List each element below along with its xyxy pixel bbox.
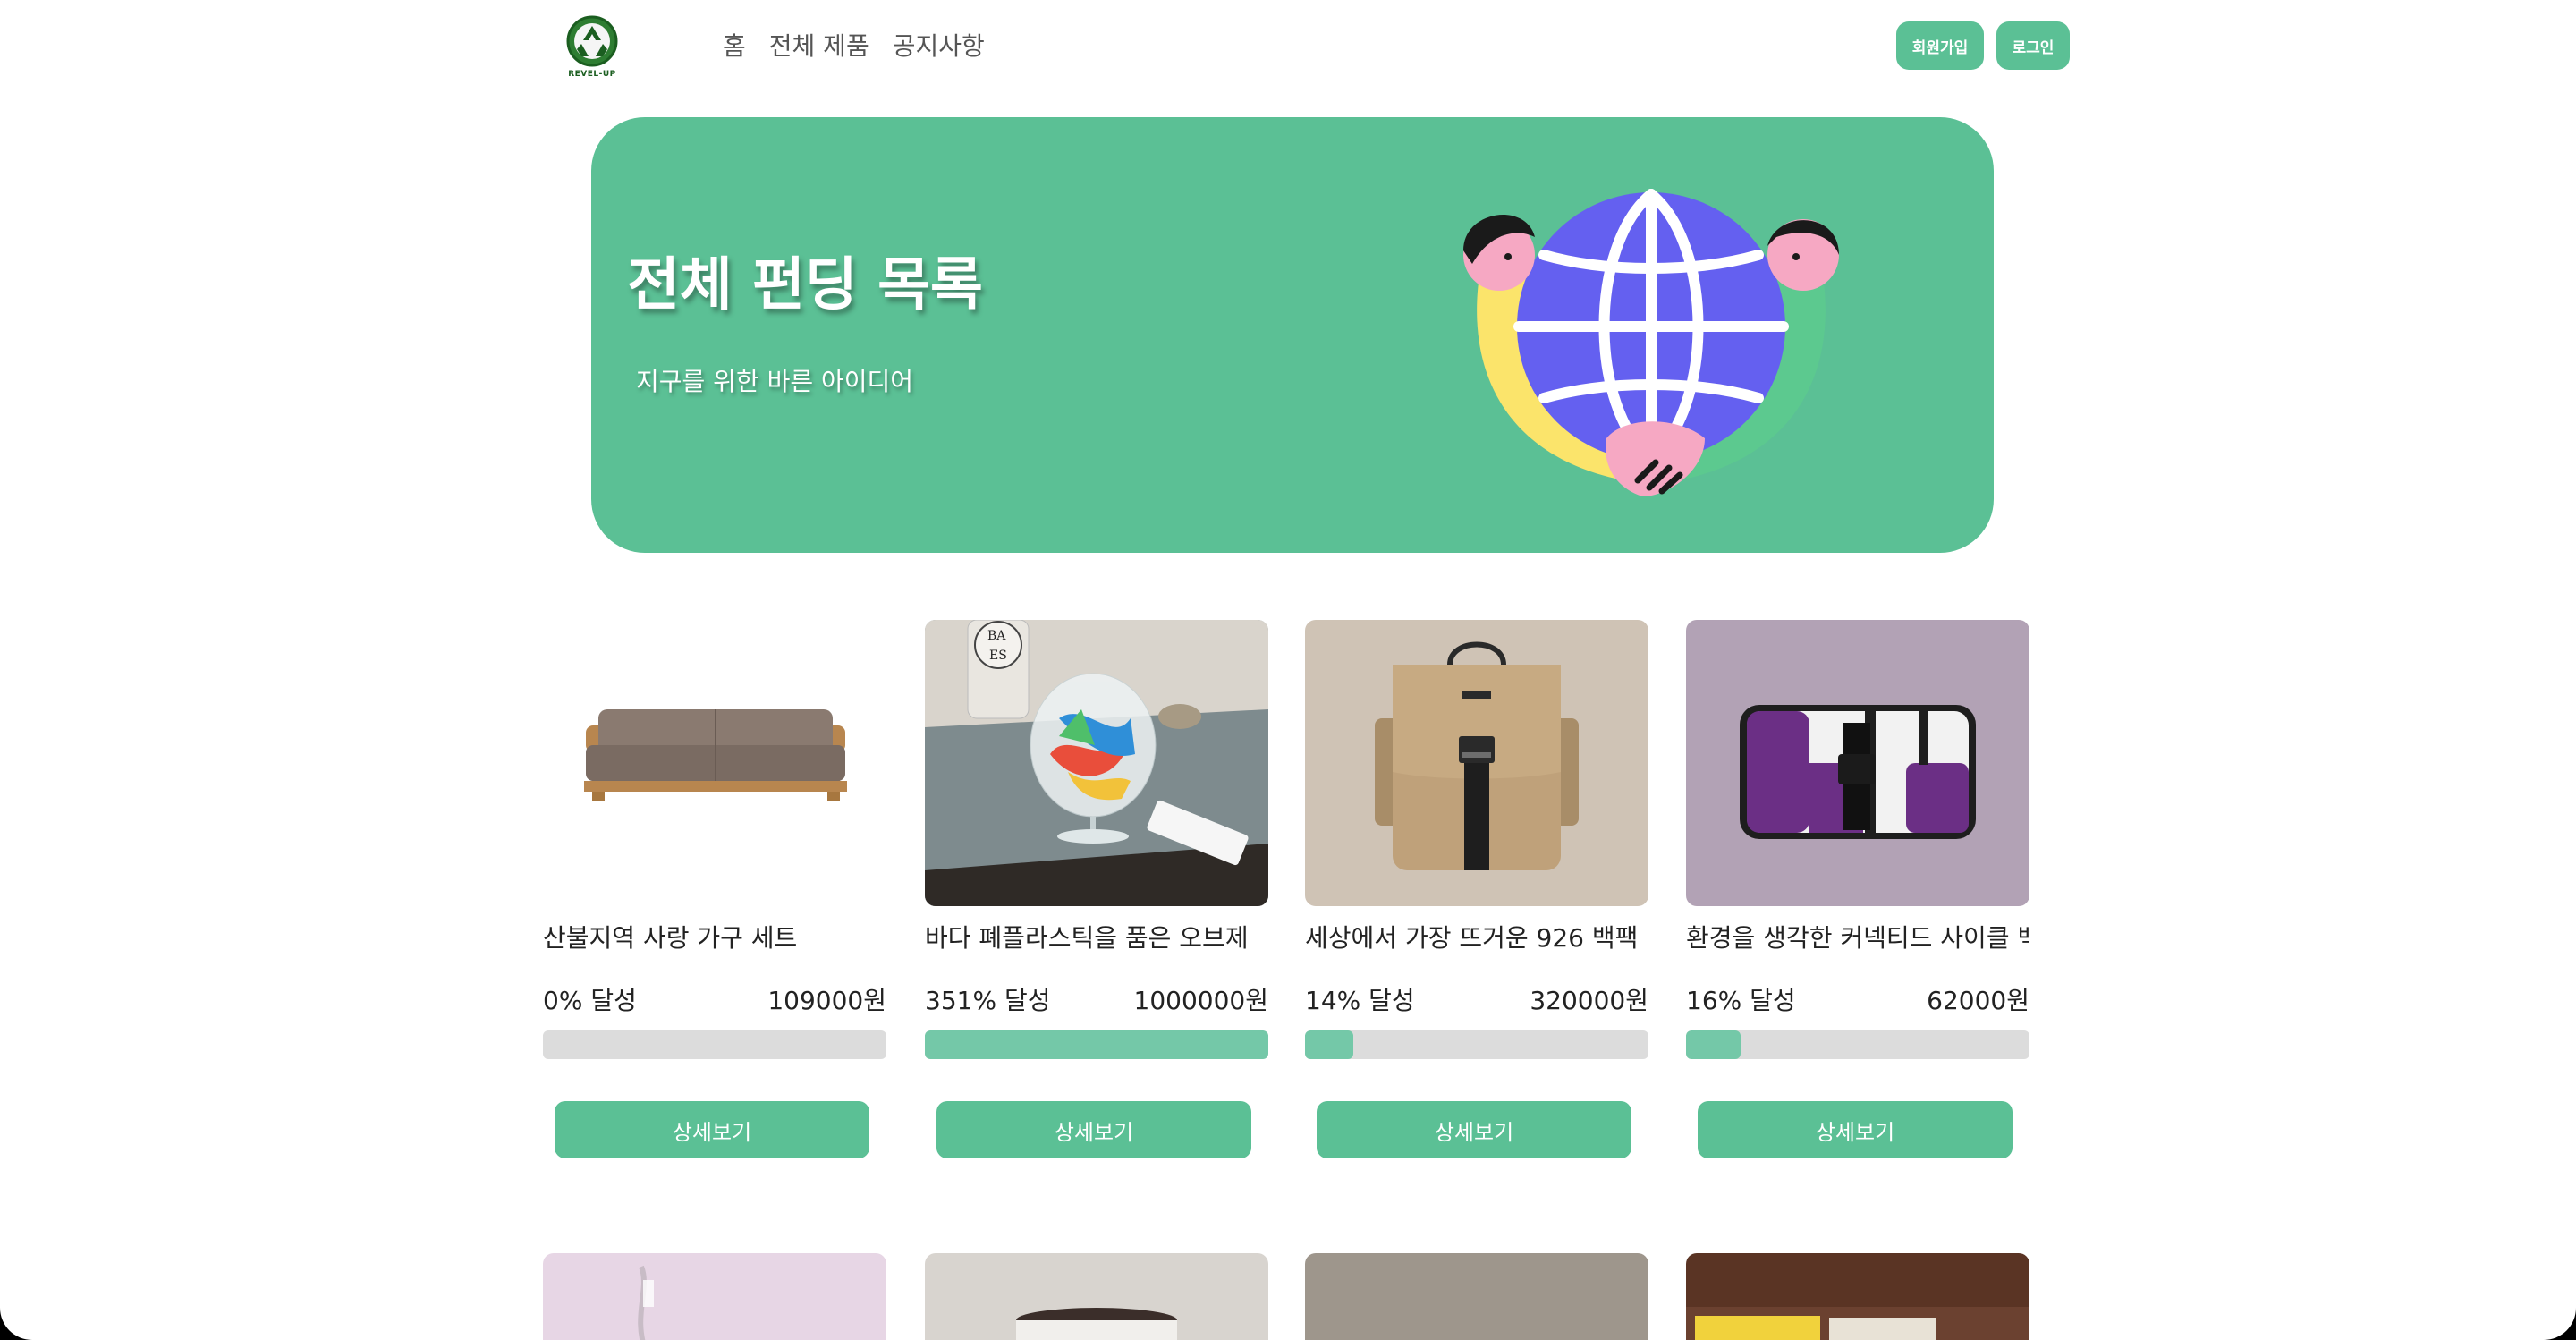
product-percent: 0% 달성 <box>543 986 637 1015</box>
signup-button[interactable]: 회원가입 <box>1896 21 1984 70</box>
main-nav: 홈 전체 제품 공지사항 <box>723 27 985 63</box>
page: REVEL-UP 홈 전체 제품 공지사항 회원가입 로그인 전체 펀딩 목록 … <box>0 0 2576 1340</box>
product-image-plastic-object[interactable]: BA ES <box>925 620 1268 906</box>
product-price: 320000원 <box>1530 986 1648 1015</box>
product-image-sofa[interactable] <box>543 620 886 906</box>
progress-bar <box>1686 1030 2029 1059</box>
product-image-backpack[interactable] <box>1305 620 1648 906</box>
product-card: 환경을 생각한 커넥티드 사이클 백 16% 달성 62000원 상세보기 <box>1686 620 2029 1158</box>
nav-notice[interactable]: 공지사항 <box>893 27 985 63</box>
detail-button[interactable]: 상세보기 <box>1317 1101 1631 1158</box>
product-name[interactable]: 바다 폐플라스틱을 품은 오브제 <box>925 919 1268 954</box>
globe-handshake-illustration <box>1463 189 1839 496</box>
product-price: 62000원 <box>1927 986 2029 1015</box>
product-image-messenger-bag[interactable] <box>1686 620 2029 906</box>
progress-fill <box>1686 1030 1741 1059</box>
progress-bar <box>1305 1030 1648 1059</box>
product-price: 1000000원 <box>1133 986 1268 1015</box>
product-image-next-1[interactable] <box>543 1253 886 1340</box>
progress-bar <box>925 1030 1268 1059</box>
product-image-next-4[interactable] <box>1686 1253 2029 1340</box>
product-name[interactable]: 세상에서 가장 뜨거운 926 백팩 <box>1305 919 1648 954</box>
product-percent: 14% 달성 <box>1305 986 1415 1015</box>
product-card: 산불지역 사랑 가구 세트 0% 달성 109000원 상세보기 <box>543 620 886 1158</box>
detail-button[interactable]: 상세보기 <box>1698 1101 2012 1158</box>
nav-home[interactable]: 홈 <box>723 27 746 63</box>
product-name[interactable]: 산불지역 사랑 가구 세트 <box>543 919 886 954</box>
svg-text:BA: BA <box>987 629 1006 643</box>
detail-button[interactable]: 상세보기 <box>936 1101 1251 1158</box>
hero-banner: 전체 펀딩 목록 지구를 위한 바른 아이디어 <box>591 117 1994 553</box>
login-button[interactable]: 로그인 <box>1996 21 2070 70</box>
recycle-logo-icon <box>566 15 618 67</box>
svg-text:ES: ES <box>989 649 1007 663</box>
nav-all-products[interactable]: 전체 제품 <box>769 27 869 63</box>
hero-subtitle: 지구를 위한 바른 아이디어 <box>636 367 914 396</box>
product-card: 세상에서 가장 뜨거운 926 백팩 14% 달성 320000원 상세보기 <box>1305 620 1648 1158</box>
logo-text: REVEL-UP <box>568 70 616 79</box>
progress-bar <box>543 1030 886 1059</box>
detail-button[interactable]: 상세보기 <box>555 1101 869 1158</box>
progress-fill <box>925 1030 1268 1059</box>
product-percent: 16% 달성 <box>1686 986 1796 1015</box>
product-image-next-3[interactable] <box>1305 1253 1648 1340</box>
product-price: 109000원 <box>767 986 886 1015</box>
product-percent: 351% 달성 <box>925 986 1051 1015</box>
product-image-next-2[interactable] <box>925 1253 1268 1340</box>
product-card: BA ES 바다 폐플라스틱을 품은 오브제 351% 달성 1000000원 … <box>925 620 1268 1158</box>
progress-fill <box>1305 1030 1353 1059</box>
product-name[interactable]: 환경을 생각한 커넥티드 사이클 백 <box>1686 919 2029 954</box>
logo[interactable]: REVEL-UP <box>562 14 623 82</box>
hero-title: 전체 펀딩 목록 <box>627 252 983 318</box>
